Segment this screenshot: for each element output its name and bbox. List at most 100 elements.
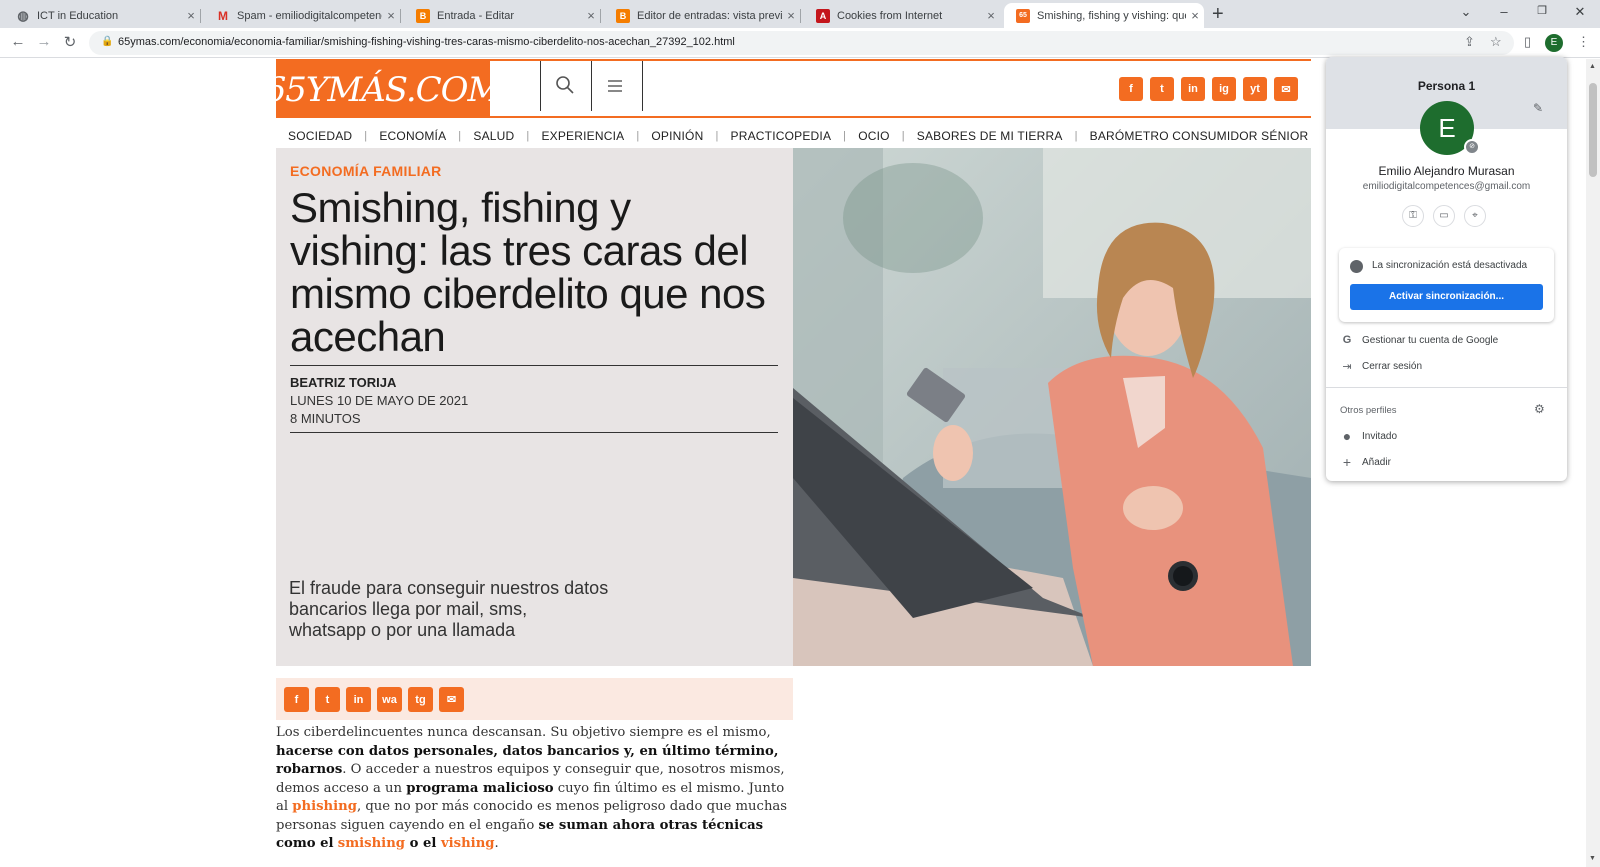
header-divider xyxy=(591,61,592,111)
restore-icon[interactable]: ❐ xyxy=(1532,4,1552,17)
hamburger-menu-icon[interactable] xyxy=(606,75,624,101)
back-icon[interactable]: ← xyxy=(8,33,28,50)
close-icon[interactable]: × xyxy=(182,8,200,23)
sync-off-icon xyxy=(1350,260,1363,273)
link-smishing[interactable]: smishing xyxy=(338,836,405,851)
twitter-icon[interactable]: t xyxy=(1150,77,1174,101)
nav-ocio[interactable]: OCIO xyxy=(846,129,901,143)
menu-label: Invitado xyxy=(1362,431,1398,442)
other-profiles-label: Otros perfiles xyxy=(1340,405,1397,416)
article-headline: Smishing, fishing y vishing: las tres ca… xyxy=(290,184,766,360)
profile-email: emiliodigitalcompetences@gmail.com xyxy=(1362,181,1531,192)
add-profile[interactable]: + Añadir xyxy=(1326,451,1567,475)
tab-title: Entrada - Editar xyxy=(437,9,515,22)
page-scrollbar[interactable]: ▲ ▼ xyxy=(1586,59,1600,867)
nav-experiencia[interactable]: EXPERIENCIA xyxy=(529,129,636,143)
address-bar[interactable]: 🔒 65ymas.com/economia/economia-familiar/… xyxy=(89,31,1514,55)
forward-icon[interactable]: → xyxy=(34,33,54,50)
menu-kebab-icon[interactable]: ⋮ xyxy=(1577,34,1590,50)
nav-sabores[interactable]: SABORES DE MI TIERRA xyxy=(905,129,1075,143)
nav-opinion[interactable]: OPINIÓN xyxy=(639,129,715,143)
sync-status: La sincronización está desactivada xyxy=(1372,260,1528,271)
tab-title: ICT in Education xyxy=(37,9,119,22)
article-author[interactable]: BEATRIZ TORIJA xyxy=(290,375,396,390)
payment-card-icon[interactable]: ▭ xyxy=(1433,205,1455,227)
close-icon[interactable]: × xyxy=(1186,8,1204,23)
article-category[interactable]: ECONOMÍA FAMILIAR xyxy=(290,163,442,179)
key-icon[interactable]: ⚿ xyxy=(1402,205,1424,227)
lock-icon[interactable]: 🔒 xyxy=(101,36,113,47)
facebook-icon[interactable]: f xyxy=(1119,77,1143,101)
close-window-icon[interactable]: ✕ xyxy=(1570,4,1590,20)
tab-title: Spam - emiliodigitalcompetence xyxy=(237,9,382,22)
close-icon[interactable]: × xyxy=(982,8,1000,23)
tab-gmail-spam[interactable]: M Spam - emiliodigitalcompetence × xyxy=(204,3,401,28)
share-linkedin-icon[interactable]: in xyxy=(346,687,371,712)
sign-out[interactable]: ⇥ Cerrar sesión xyxy=(1326,355,1567,379)
scroll-up-icon[interactable]: ▲ xyxy=(1589,63,1596,70)
side-panel-icon[interactable]: ▯ xyxy=(1524,34,1531,50)
globe-icon: ◍ xyxy=(17,7,29,23)
scrollbar-thumb[interactable] xyxy=(1589,83,1597,177)
blogger-icon: B xyxy=(416,8,430,23)
divider xyxy=(290,365,778,366)
manage-google-account[interactable]: G Gestionar tu cuenta de Google xyxy=(1326,329,1567,353)
guest-profile[interactable]: ● Invitado xyxy=(1326,425,1567,449)
youtube-icon[interactable]: yt xyxy=(1243,77,1267,101)
linkedin-icon[interactable]: in xyxy=(1181,77,1205,101)
tab-ict-in-education[interactable]: ◍ ICT in Education × xyxy=(4,3,201,28)
plus-icon: + xyxy=(1342,454,1352,470)
close-icon[interactable]: × xyxy=(782,8,800,23)
reload-icon[interactable]: ↻ xyxy=(60,33,80,51)
share-email-icon[interactable]: ✉ xyxy=(439,687,464,712)
site-logo[interactable]: 65YMÁS.COM xyxy=(265,61,502,118)
gmail-icon: M xyxy=(218,8,228,23)
scroll-down-icon[interactable]: ▼ xyxy=(1589,855,1596,862)
article-date: LUNES 10 DE MAYO DE 2021 xyxy=(290,393,469,408)
menu-label: Cerrar sesión xyxy=(1362,361,1423,372)
email-icon[interactable]: ✉ xyxy=(1274,77,1298,101)
nav-economia[interactable]: ECONOMÍA xyxy=(367,129,458,143)
minimize-icon[interactable]: – xyxy=(1494,4,1514,19)
bookmark-star-icon[interactable]: ☆ xyxy=(1490,34,1502,50)
tab-search-icon[interactable]: ⌄ xyxy=(1456,4,1476,20)
link-vishing[interactable]: vishing xyxy=(441,836,495,851)
tab-smishing-article[interactable]: 65 Smishing, fishing y vishing: qué e × xyxy=(1004,3,1204,28)
link-phishing[interactable]: phishing xyxy=(292,799,357,814)
profile-avatar-button[interactable]: E xyxy=(1545,34,1563,52)
browser-toolbar: ← → ↻ 🔒 65ymas.com/economia/economia-fam… xyxy=(0,28,1600,58)
location-pin-icon[interactable]: ⌖ xyxy=(1464,205,1486,227)
close-icon[interactable]: × xyxy=(582,8,600,23)
nav-sociedad[interactable]: SOCIEDAD xyxy=(276,129,364,143)
tab-cookies-from-internet[interactable]: A Cookies from Internet × xyxy=(804,3,1000,28)
share-whatsapp-icon[interactable]: wa xyxy=(377,687,402,712)
menu-label: Añadir xyxy=(1362,457,1391,468)
nav-barometro[interactable]: BARÓMETRO CONSUMIDOR SÉNIOR xyxy=(1078,129,1321,143)
new-tab-button[interactable]: + xyxy=(1212,3,1224,26)
instagram-icon[interactable]: ig xyxy=(1212,77,1236,101)
pencil-edit-icon[interactable]: ✎ xyxy=(1533,101,1543,115)
share-telegram-icon[interactable]: tg xyxy=(408,687,433,712)
header-divider xyxy=(540,61,541,111)
body-bold-text: programa malicioso xyxy=(406,780,554,796)
nav-salud[interactable]: SALUD xyxy=(461,129,526,143)
menu-label: Gestionar tu cuenta de Google xyxy=(1362,335,1499,346)
header-divider xyxy=(642,61,643,111)
profile-title: Persona 1 xyxy=(1417,79,1476,93)
tab-title: Editor de entradas: vista previa xyxy=(637,9,782,22)
share-facebook-icon[interactable]: f xyxy=(284,687,309,712)
share-icon[interactable]: ⇪ xyxy=(1464,34,1475,50)
gear-icon[interactable]: ⚙ xyxy=(1534,402,1545,416)
acrobat-icon: A xyxy=(816,8,830,23)
enable-sync-button[interactable]: Activar sincronización... xyxy=(1350,284,1543,310)
search-icon[interactable] xyxy=(555,75,575,101)
body-bold-text: o el xyxy=(405,836,441,851)
tab-editor-vista-previa[interactable]: B Editor de entradas: vista previa × xyxy=(604,3,801,28)
sync-panel: La sincronización está desactivada Activ… xyxy=(1339,248,1554,322)
nav-practicopedia[interactable]: PRACTICOPEDIA xyxy=(719,129,844,143)
share-twitter-icon[interactable]: t xyxy=(315,687,340,712)
tab-entrada-editar[interactable]: B Entrada - Editar × xyxy=(404,3,601,28)
share-bar: f t in wa tg ✉ xyxy=(276,678,793,720)
url-text[interactable]: 65ymas.com/economia/economia-familiar/sm… xyxy=(118,36,735,48)
close-icon[interactable]: × xyxy=(382,8,400,23)
